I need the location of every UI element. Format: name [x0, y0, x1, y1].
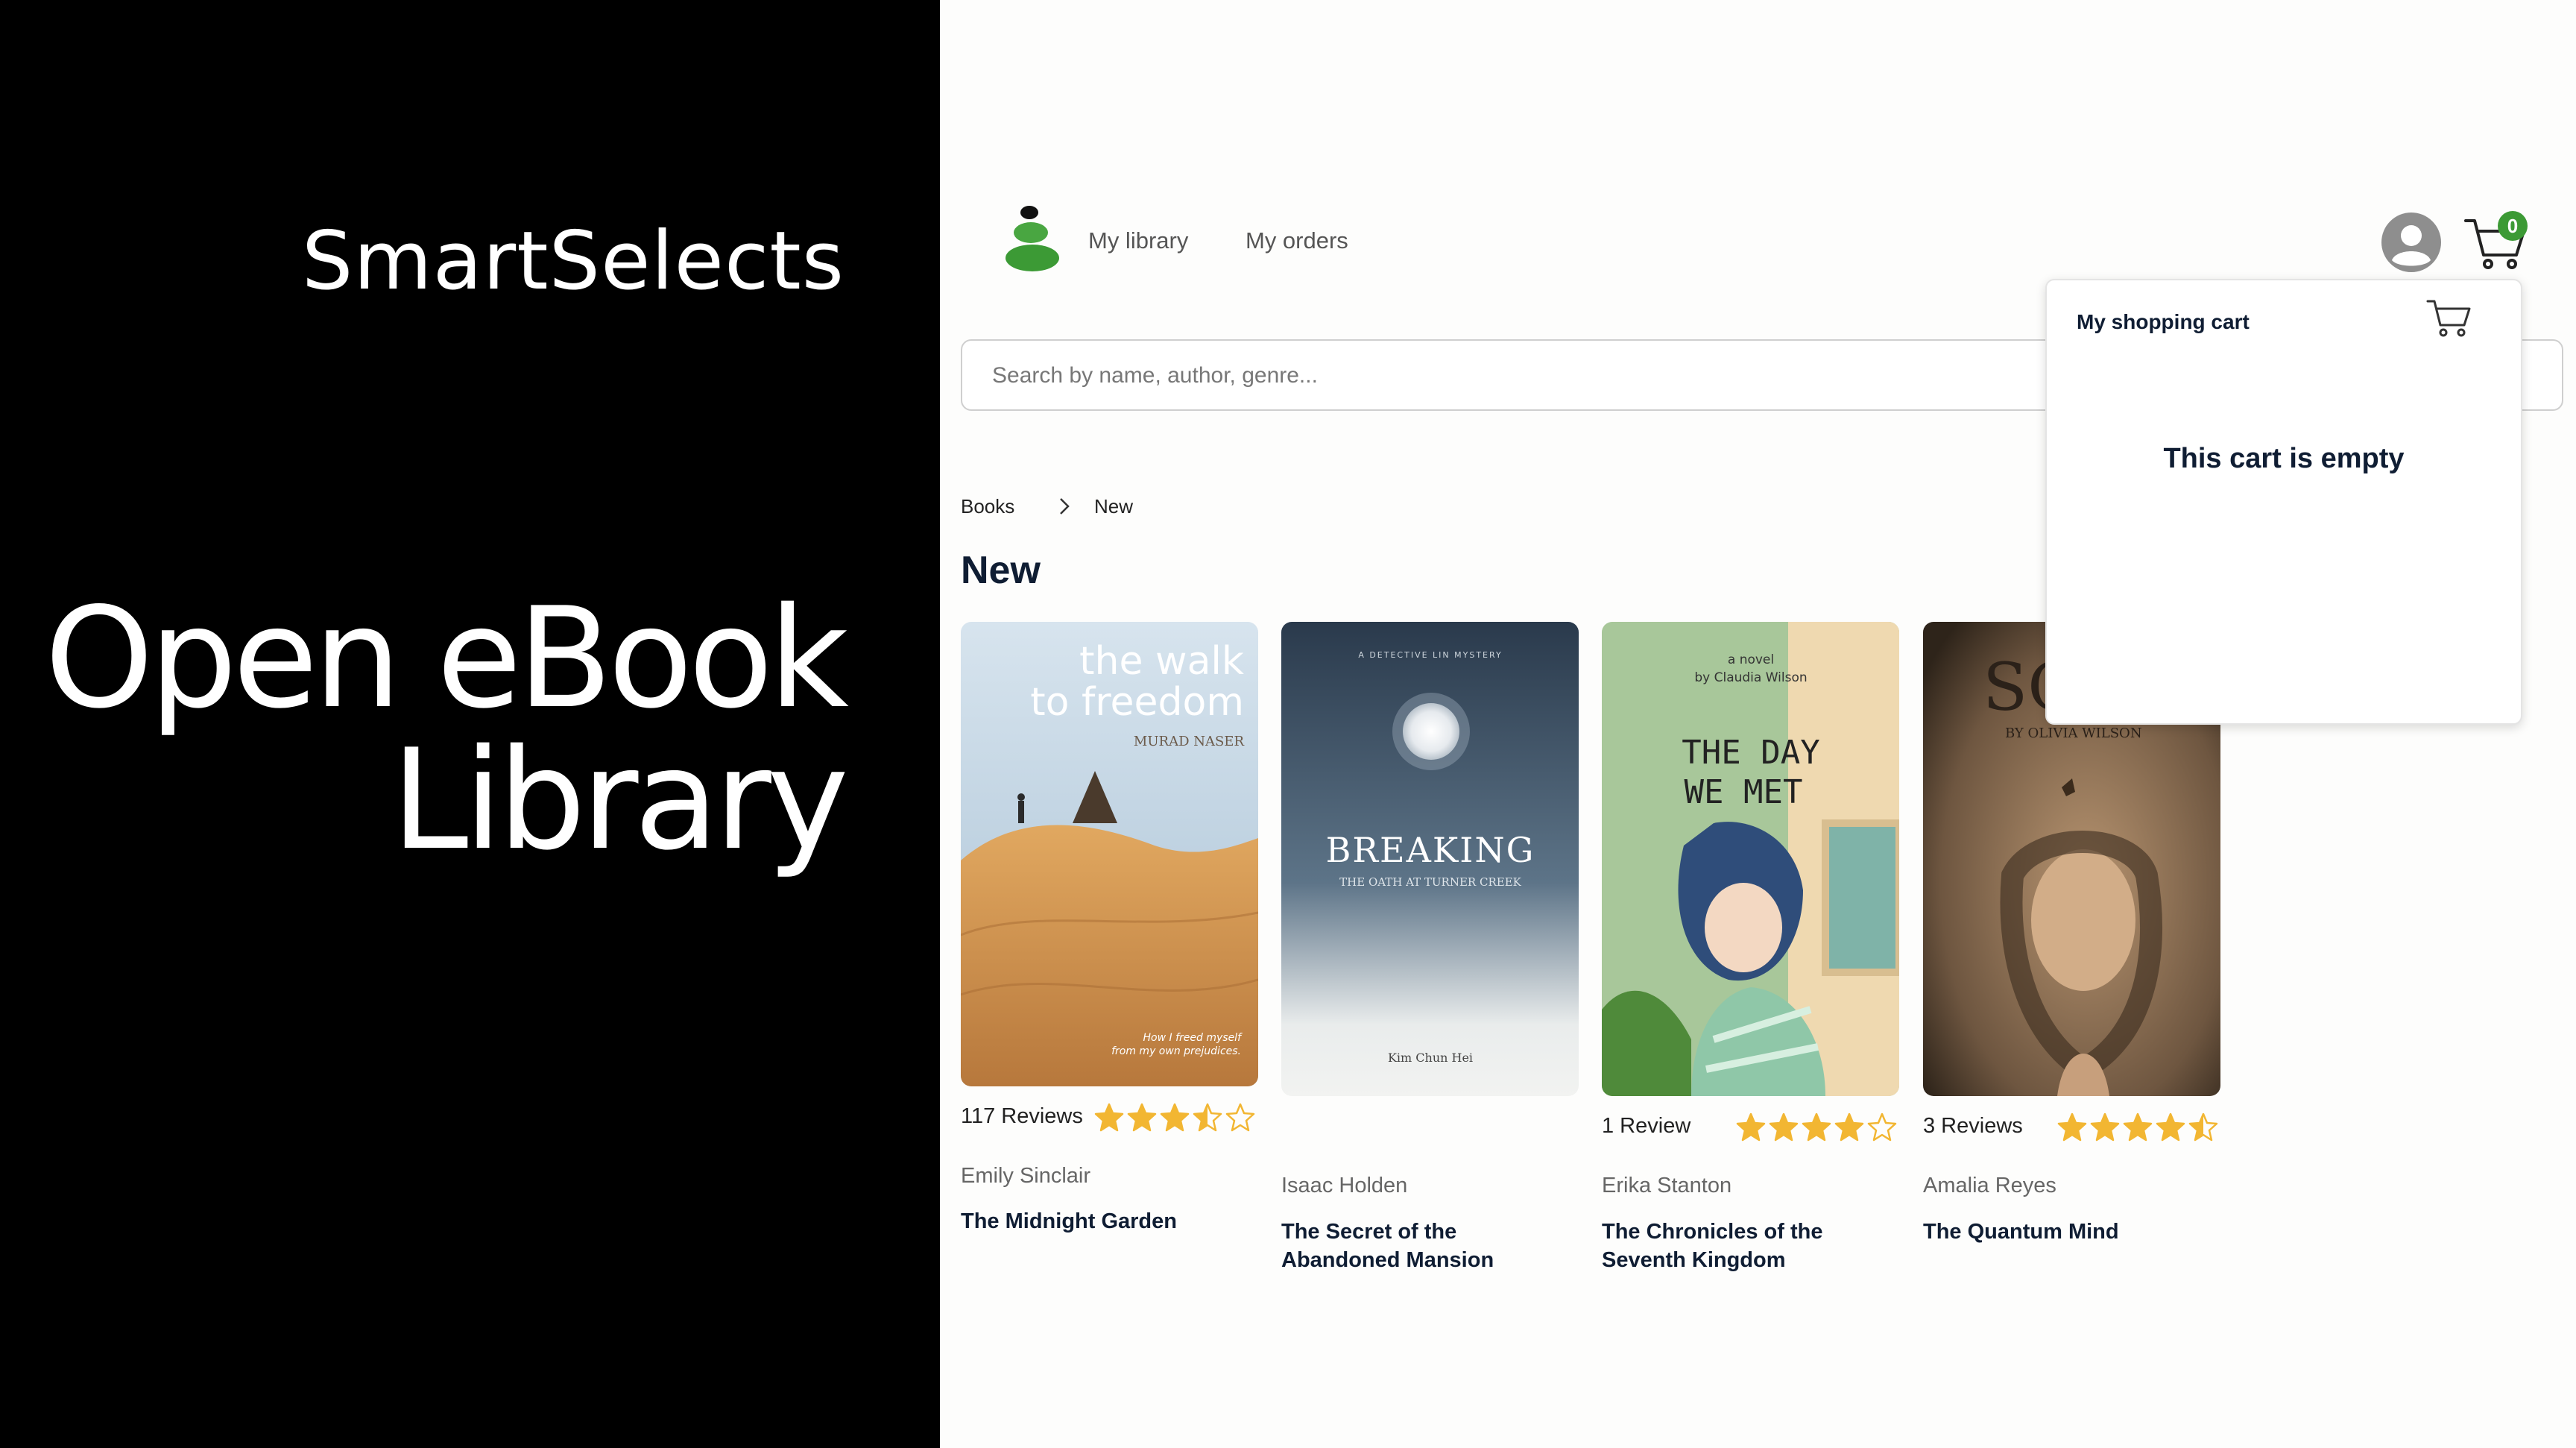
cover-series: A DETECTIVE LIN MYSTERY	[1358, 650, 1502, 660]
cover-tagline1: How I freed myself	[1143, 1032, 1243, 1044]
book-title[interactable]: The Secret of the Abandoned Mansion	[1281, 1218, 1565, 1274]
book-author[interactable]: Erika Stanton	[1602, 1174, 1731, 1198]
nav-my-orders[interactable]: My orders	[1246, 227, 1348, 254]
brand-name: SmartSelects	[301, 215, 845, 308]
star-icon	[1160, 1103, 1190, 1132]
book-title[interactable]: The Quantum Mind	[1923, 1218, 2206, 1246]
book-cover-art: A DETECTIVE LIN MYSTERY BREAKING THE OAT…	[1281, 622, 1579, 1096]
hero-headline-line1: Open eBook	[44, 577, 849, 739]
cover-title-line2: WE MET	[1685, 773, 1803, 811]
book-cover-art: the walk to freedom MURAD NASER How I fr…	[961, 622, 1258, 1086]
cover-title-line2: to freedom	[1030, 680, 1244, 725]
book-author[interactable]: Amalia Reyes	[1923, 1174, 2056, 1198]
left-brand-panel: SmartSelects Open eBook Library	[0, 0, 940, 1448]
user-avatar-icon[interactable]	[2380, 211, 2443, 274]
book-cover-2[interactable]: A DETECTIVE LIN MYSTERY BREAKING THE OAT…	[1281, 622, 1579, 1096]
cover-title-line1: THE DAY	[1682, 734, 1819, 772]
book-title[interactable]: The Midnight Garden	[961, 1207, 1244, 1235]
book-author[interactable]: Emily Sinclair	[961, 1164, 1090, 1189]
book-cover-art: a novel by Claudia Wilson THE DAY WE MET	[1602, 622, 1899, 1096]
hero-headline: Open eBook Library	[44, 577, 849, 881]
star-icon	[1769, 1112, 1799, 1142]
star-icon	[2057, 1112, 2087, 1142]
cover-author: BY OLIVIA WILSON	[2005, 725, 2142, 741]
cover-author: MURAD NASER	[1134, 734, 1245, 749]
hero-headline-line2: Library	[391, 719, 849, 881]
cart-panel-title: My shopping cart	[2077, 310, 2250, 333]
breadcrumb-books[interactable]: Books	[961, 495, 1014, 518]
star-icon	[2090, 1112, 2120, 1142]
book-cover-1[interactable]: the walk to freedom MURAD NASER How I fr…	[961, 622, 1258, 1086]
cover-title-line1: the walk	[1079, 639, 1244, 684]
book-reviews-count[interactable]: 1 Review	[1602, 1114, 1690, 1139]
cover-tagline2: by Claudia Wilson	[1694, 670, 1807, 685]
cover-tagline1: a novel	[1728, 652, 1774, 667]
book-author[interactable]: Isaac Holden	[1281, 1174, 1407, 1198]
book-reviews-count[interactable]: 3 Reviews	[1923, 1114, 2023, 1139]
cover-title: BREAKING	[1326, 830, 1535, 870]
star-icon	[1127, 1103, 1157, 1132]
star-icon	[1225, 1103, 1255, 1132]
shopping-cart-icon	[2426, 300, 2471, 337]
book-cover-3[interactable]: a novel by Claudia Wilson THE DAY WE MET	[1602, 622, 1899, 1096]
shopping-cart-dropdown: My shopping cart This cart is empty	[2045, 279, 2522, 725]
stacked-stones-logo[interactable]	[1004, 205, 1064, 272]
cart-count-badge: 0	[2498, 211, 2528, 241]
star-icon	[1736, 1112, 1766, 1142]
cover-subtitle: THE OATH AT TURNER CREEK	[1339, 875, 1522, 889]
section-title: New	[961, 549, 1041, 592]
star-icon	[1193, 1103, 1222, 1132]
book-title[interactable]: The Chronicles of the Seventh Kingdom	[1602, 1218, 1885, 1274]
star-rating	[2057, 1112, 2218, 1142]
cover-author: Kim Chun Hei	[1388, 1051, 1473, 1065]
chevron-right-icon	[1060, 498, 1070, 514]
book-reviews-count[interactable]: 117 Reviews	[961, 1104, 1083, 1129]
star-icon	[1834, 1112, 1864, 1142]
star-icon	[2156, 1112, 2185, 1142]
cover-tagline2: from my own prejudices.	[1111, 1045, 1241, 1057]
breadcrumb-new: New	[1094, 495, 1134, 517]
star-rating	[1736, 1112, 1897, 1142]
star-icon	[1802, 1112, 1831, 1142]
star-icon	[2188, 1112, 2218, 1142]
star-icon	[1094, 1103, 1124, 1132]
star-rating	[1094, 1103, 1255, 1132]
nav-my-library[interactable]: My library	[1088, 227, 1188, 254]
star-icon	[1867, 1112, 1897, 1142]
star-icon	[2123, 1112, 2153, 1142]
cart-empty-message: This cart is empty	[2163, 443, 2405, 474]
